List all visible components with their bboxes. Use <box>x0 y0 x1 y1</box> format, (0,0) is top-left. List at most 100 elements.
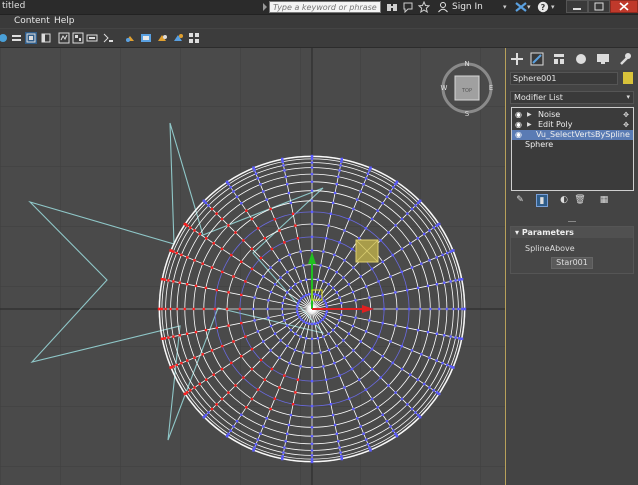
vertex <box>202 416 205 419</box>
vertex <box>310 235 314 239</box>
selected-vertex <box>180 361 183 365</box>
remove-modifier-icon[interactable]: 🗑 <box>574 194 586 207</box>
schematic-view-icon[interactable] <box>72 32 84 44</box>
vertex <box>449 280 452 283</box>
expand-arrow-icon[interactable]: ▶ <box>527 120 532 130</box>
search-expand-arrow-icon[interactable] <box>263 3 267 11</box>
curve-editor-icon[interactable] <box>58 32 70 44</box>
selected-vertex <box>186 359 189 362</box>
favorites-star-icon[interactable] <box>417 0 431 14</box>
sign-in-link[interactable]: Sign In <box>452 1 483 13</box>
selected-vertex <box>220 217 224 221</box>
display-tab-icon[interactable] <box>596 52 610 66</box>
rendered-frame-window-icon[interactable] <box>140 32 152 44</box>
vertex <box>322 250 325 253</box>
menu-content[interactable]: Content <box>14 16 50 26</box>
vertex <box>265 198 268 201</box>
binoculars-icon[interactable] <box>386 1 398 13</box>
help-dropdown-icon[interactable]: ▾ <box>551 1 555 13</box>
render-production-icon[interactable] <box>156 32 168 44</box>
selected-vertex <box>250 347 254 351</box>
stack-item-edit-poly[interactable]: ◉ ▶ Edit Poly ✥ <box>512 120 633 130</box>
vertex <box>389 190 392 193</box>
vertex <box>381 202 384 205</box>
perspective-viewport[interactable]: TOP N S E W <box>0 48 506 485</box>
vertex <box>385 195 389 198</box>
selected-vertex <box>250 267 254 271</box>
parameters-title: Parameters <box>521 228 574 237</box>
modifier-list-dropdown[interactable]: Modifier List ▾ <box>510 91 634 104</box>
pin-stack-icon[interactable]: ✎ <box>514 194 526 207</box>
selected-vertex <box>210 266 214 269</box>
exchange-dropdown-icon[interactable]: ▾ <box>527 1 531 13</box>
vertex <box>364 438 368 441</box>
vertex <box>287 191 291 195</box>
viewport-canvas[interactable]: TOP N S E W <box>0 48 505 485</box>
eye-icon[interactable]: ◉ <box>515 110 522 120</box>
vertex <box>335 324 338 327</box>
vertex <box>362 183 365 186</box>
render-frame-icon[interactable] <box>124 32 136 44</box>
selected-vertex <box>201 353 204 356</box>
search-box[interactable] <box>269 1 381 13</box>
search-input[interactable] <box>270 2 380 12</box>
menu-help[interactable]: Help <box>54 16 75 26</box>
layer-manager-icon[interactable] <box>25 32 37 44</box>
minimize-button[interactable] <box>566 0 588 13</box>
stack-item-sphere[interactable]: Sphere <box>512 140 633 150</box>
make-unique-icon[interactable]: ◐ <box>558 194 570 207</box>
sign-in-dropdown-icon[interactable]: ▾ <box>503 1 507 13</box>
motion-tab-icon[interactable] <box>574 52 588 66</box>
stack-item-noise[interactable]: ◉ ▶ Noise ✥ <box>512 110 633 120</box>
vertex <box>337 440 340 443</box>
vertex <box>368 169 371 172</box>
utilities-tab-icon[interactable] <box>618 52 632 66</box>
named-selection-sets-icon[interactable] <box>11 32 23 44</box>
help-icon[interactable]: ? <box>537 1 549 13</box>
expand-arrow-icon[interactable]: ▶ <box>527 110 532 120</box>
render-cloud-icon[interactable] <box>188 32 200 44</box>
object-name-field[interactable]: Sphere001 <box>510 72 618 85</box>
parameters-rollout-header[interactable]: ▾ Parameters <box>511 227 633 238</box>
render-setup-icon[interactable] <box>102 32 114 44</box>
vertex <box>458 278 461 281</box>
vertex <box>273 283 277 286</box>
vertex <box>381 260 384 263</box>
stack-tools: ✎ ▮ ◐ 🗑 ▦ <box>510 193 634 209</box>
selected-vertex <box>215 326 218 330</box>
vertex <box>335 270 338 274</box>
vertex <box>350 247 354 251</box>
material-editor-icon[interactable] <box>86 32 98 44</box>
vertex <box>298 299 301 302</box>
vertex <box>322 365 325 368</box>
hierarchy-tab-icon[interactable] <box>552 52 566 66</box>
selected-vertex <box>163 337 166 340</box>
stack-item-vu-select-verts-by-spline[interactable]: ◉ Vu_SelectVertsBySpline <box>512 130 633 140</box>
selected-vertex <box>227 324 230 327</box>
configure-modifier-sets-icon[interactable]: ▦ <box>598 194 610 207</box>
selected-vertex <box>193 386 196 389</box>
eye-icon[interactable]: ◉ <box>515 130 522 140</box>
modify-tab-icon[interactable] <box>530 52 544 66</box>
exchange-apps-icon[interactable] <box>514 1 528 13</box>
vertex <box>300 318 303 321</box>
vertex <box>370 397 374 401</box>
user-icon[interactable] <box>437 1 449 13</box>
selected-vertex <box>240 355 243 358</box>
scene-explorer-icon[interactable] <box>40 32 52 44</box>
eye-icon[interactable]: ◉ <box>515 120 522 130</box>
selected-vertex <box>269 207 272 211</box>
selected-vertex <box>192 307 195 311</box>
show-end-result-icon[interactable]: ▮ <box>536 194 548 207</box>
render-iterative-icon[interactable] <box>172 32 184 44</box>
communication-center-icon[interactable] <box>402 1 414 14</box>
vertex <box>369 166 372 169</box>
object-color-swatch[interactable] <box>623 72 633 84</box>
create-tab-icon[interactable] <box>510 52 524 66</box>
vertex <box>281 455 284 458</box>
vertex <box>356 198 359 201</box>
maximize-button[interactable] <box>588 0 610 13</box>
close-button[interactable] <box>610 0 638 13</box>
spline-pick-button[interactable]: Star001 <box>551 257 593 269</box>
vertex <box>370 267 374 271</box>
